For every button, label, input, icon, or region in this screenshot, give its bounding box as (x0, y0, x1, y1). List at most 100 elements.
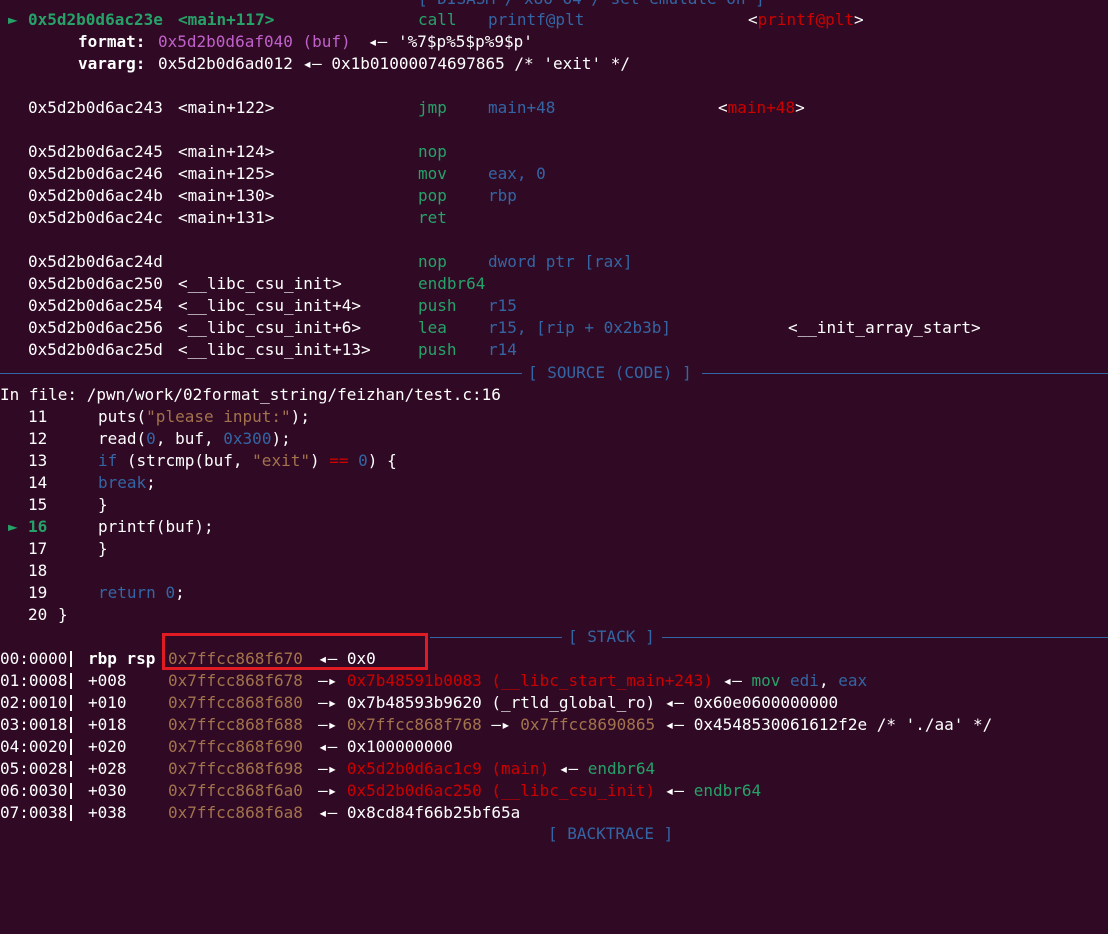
source-line-code: } (58, 605, 68, 624)
disasm-address: 0x5d2b0d6ac243 (28, 98, 163, 117)
stack-divider (70, 761, 72, 777)
stack-value: —▸ 0x5d2b0d6ac1c9 (main) ◂— endbr64 (318, 759, 656, 778)
stack-address: 0x7ffcc868f690 (168, 737, 303, 756)
source-line-code: break; (98, 473, 156, 492)
disasm-line[interactable]: 0x5d2b0d6ac256 <__libc_csu_init+6> lea r… (0, 317, 1108, 339)
stack-row[interactable]: 05:0028 +028 0x7ffcc868f698 —▸ 0x5d2b0d6… (0, 758, 1108, 780)
stack-offset: +008 (88, 671, 127, 690)
source-line: 18 (0, 560, 1108, 582)
stack-divider (70, 717, 72, 733)
stack-row[interactable]: 07:0038 +038 0x7ffcc868f6a8 ◂— 0x8cd84f6… (0, 802, 1108, 824)
disasm-symbol: <main+131> (178, 208, 275, 227)
source-line-code: } (98, 539, 108, 558)
disasm-mnemonic: mov (418, 164, 447, 183)
disasm-line[interactable]: 0x5d2b0d6ac250 <__libc_csu_init> endbr64 (0, 273, 1108, 295)
source-line-code: read(0, buf, 0x300); (98, 429, 291, 448)
source-line-number: 18 (28, 561, 48, 580)
disasm-line[interactable]: 0x5d2b0d6ac24d nop dword ptr [rax] (0, 251, 1108, 273)
stack-address: 0x7ffcc868f698 (168, 759, 303, 778)
disasm-address: 0x5d2b0d6ac245 (28, 142, 163, 161)
disasm-mnemonic: pop (418, 186, 447, 205)
disasm-operand: eax, 0 (488, 164, 546, 183)
stack-row[interactable]: 06:0030 +030 0x7ffcc868f6a0 —▸ 0x5d2b0d6… (0, 780, 1108, 802)
source-line: 19 return 0; (0, 582, 1108, 604)
stack-row[interactable]: 01:0008 +008 0x7ffcc868f678 —▸ 0x7b48591… (0, 670, 1108, 692)
disasm-line[interactable]: 0x5d2b0d6ac243 <main+122> jmp main+48 <m… (0, 97, 1108, 119)
format-arrow: ◂— (368, 32, 388, 51)
source-line-code: printf(buf); (98, 517, 214, 536)
source-line: 11 puts("please input:"); (0, 406, 1108, 428)
stack-header-rule-right (662, 637, 1108, 638)
disasm-line[interactable]: 0x5d2b0d6ac254 <__libc_csu_init+4> push … (0, 295, 1108, 317)
stack-value: —▸ 0x7ffcc868f768 —▸ 0x7ffcc8690865 ◂— 0… (318, 715, 993, 734)
disasm-address: 0x5d2b0d6ac24d (28, 252, 163, 271)
disasm-address: 0x5d2b0d6ac23e (28, 10, 163, 29)
stack-address: 0x7ffcc868f6a0 (168, 781, 303, 800)
stack-divider (70, 783, 72, 799)
disasm-symbol: <__libc_csu_init+4> (178, 296, 362, 315)
disasm-operand: printf@plt (488, 10, 585, 29)
stack-value: ◂— 0x8cd84f66b25bf65a (318, 803, 521, 822)
source-line-number: 14 (28, 473, 48, 492)
stack-address: 0x7ffcc868f678 (168, 671, 303, 690)
stack-value: —▸ 0x7b48591b0083 (__libc_start_main+243… (318, 671, 868, 690)
stack-header-title: [ STACK ] (568, 627, 655, 646)
stack-offset: +018 (88, 715, 127, 734)
source-header-rule-left (0, 373, 522, 374)
stack-value: —▸ 0x5d2b0d6ac250 (__libc_csu_init) ◂— e… (318, 781, 762, 800)
disasm-line[interactable]: 0x5d2b0d6ac24c <main+131> ret (0, 207, 1108, 229)
disasm-symbol: <main+130> (178, 186, 275, 205)
stack-header-rule-left (430, 637, 562, 638)
call-arg-vararg: vararg: 0x5d2b0d6ad012 ◂— 0x1b0100007469… (0, 53, 1108, 75)
stack-value: —▸ 0x7b48593b9620 (_rtld_global_ro) ◂— 0… (318, 693, 839, 712)
source-line-number: 19 (28, 583, 48, 602)
disasm-mnemonic: push (418, 296, 457, 315)
stack-divider (70, 695, 72, 711)
disasm-operand: r14 (488, 340, 517, 359)
stack-index: 05:0028 (0, 759, 68, 778)
disasm-symbol: <main+117> (178, 10, 275, 29)
disasm-symbol: <main+124> (178, 142, 275, 161)
disasm-line[interactable]: 0x5d2b0d6ac24b <main+130> pop rbp (0, 185, 1108, 207)
source-line-number: 11 (28, 407, 48, 426)
format-string: '%7$p%5$p%9$p' (398, 32, 533, 51)
source-line-code: } (98, 495, 108, 514)
disasm-comment: <printf@plt> (748, 10, 864, 29)
disasm-line[interactable]: 0x5d2b0d6ac245 <main+124> nop (0, 141, 1108, 163)
stack-index: 06:0030 (0, 781, 68, 800)
source-line-code: puts("please input:"); (98, 407, 310, 426)
stack-index: 00:0000 (0, 649, 68, 668)
stack-index: 03:0018 (0, 715, 68, 734)
stack-offset: +020 (88, 737, 127, 756)
source-line-code: if (strcmp(buf, "exit") == 0) { (98, 451, 397, 470)
source-file-text: In file: /pwn/work/02format_string/feizh… (0, 385, 501, 404)
disasm-address: 0x5d2b0d6ac246 (28, 164, 163, 183)
disasm-comment: <main+48> (718, 98, 805, 117)
stack-row[interactable]: 04:0020 +020 0x7ffcc868f690 ◂— 0x1000000… (0, 736, 1108, 758)
backtrace-header-title: [ BACKTRACE ] (548, 824, 674, 843)
stack-divider (70, 739, 72, 755)
vararg-label: vararg: (78, 54, 146, 73)
stack-row[interactable]: 03:0018 +018 0x7ffcc868f688 —▸ 0x7ffcc86… (0, 714, 1108, 736)
stack-offset: +038 (88, 803, 127, 822)
disasm-address: 0x5d2b0d6ac25d (28, 340, 163, 359)
stack-address: 0x7ffcc868f688 (168, 715, 303, 734)
stack-index: 04:0020 (0, 737, 68, 756)
source-line-number: 12 (28, 429, 48, 448)
disasm-line[interactable]: 0x5d2b0d6ac25d <__libc_csu_init+13> push… (0, 339, 1108, 361)
disasm-mnemonic: nop (418, 142, 447, 161)
source-line: 13 if (strcmp(buf, "exit") == 0) { (0, 450, 1108, 472)
disasm-line[interactable]: 0x5d2b0d6ac246 <main+125> mov eax, 0 (0, 163, 1108, 185)
source-header-title: [ SOURCE (CODE) ] (528, 363, 692, 382)
stack-row[interactable]: 02:0010 +010 0x7ffcc868f680 —▸ 0x7b48593… (0, 692, 1108, 714)
stack-divider (70, 651, 72, 667)
disasm-mnemonic: lea (418, 318, 447, 337)
source-header: [ SOURCE (CODE) ] (0, 362, 1108, 384)
disasm-mnemonic: push (418, 340, 457, 359)
source-line: 20 } (0, 604, 1108, 626)
disasm-symbol: <main+125> (178, 164, 275, 183)
source-line: 12 read(0, buf, 0x300); (0, 428, 1108, 450)
disasm-address: 0x5d2b0d6ac256 (28, 318, 163, 337)
stack-address: 0x7ffcc868f680 (168, 693, 303, 712)
disasm-current-line[interactable]: ► 0x5d2b0d6ac23e <main+117> call printf@… (0, 9, 1108, 31)
